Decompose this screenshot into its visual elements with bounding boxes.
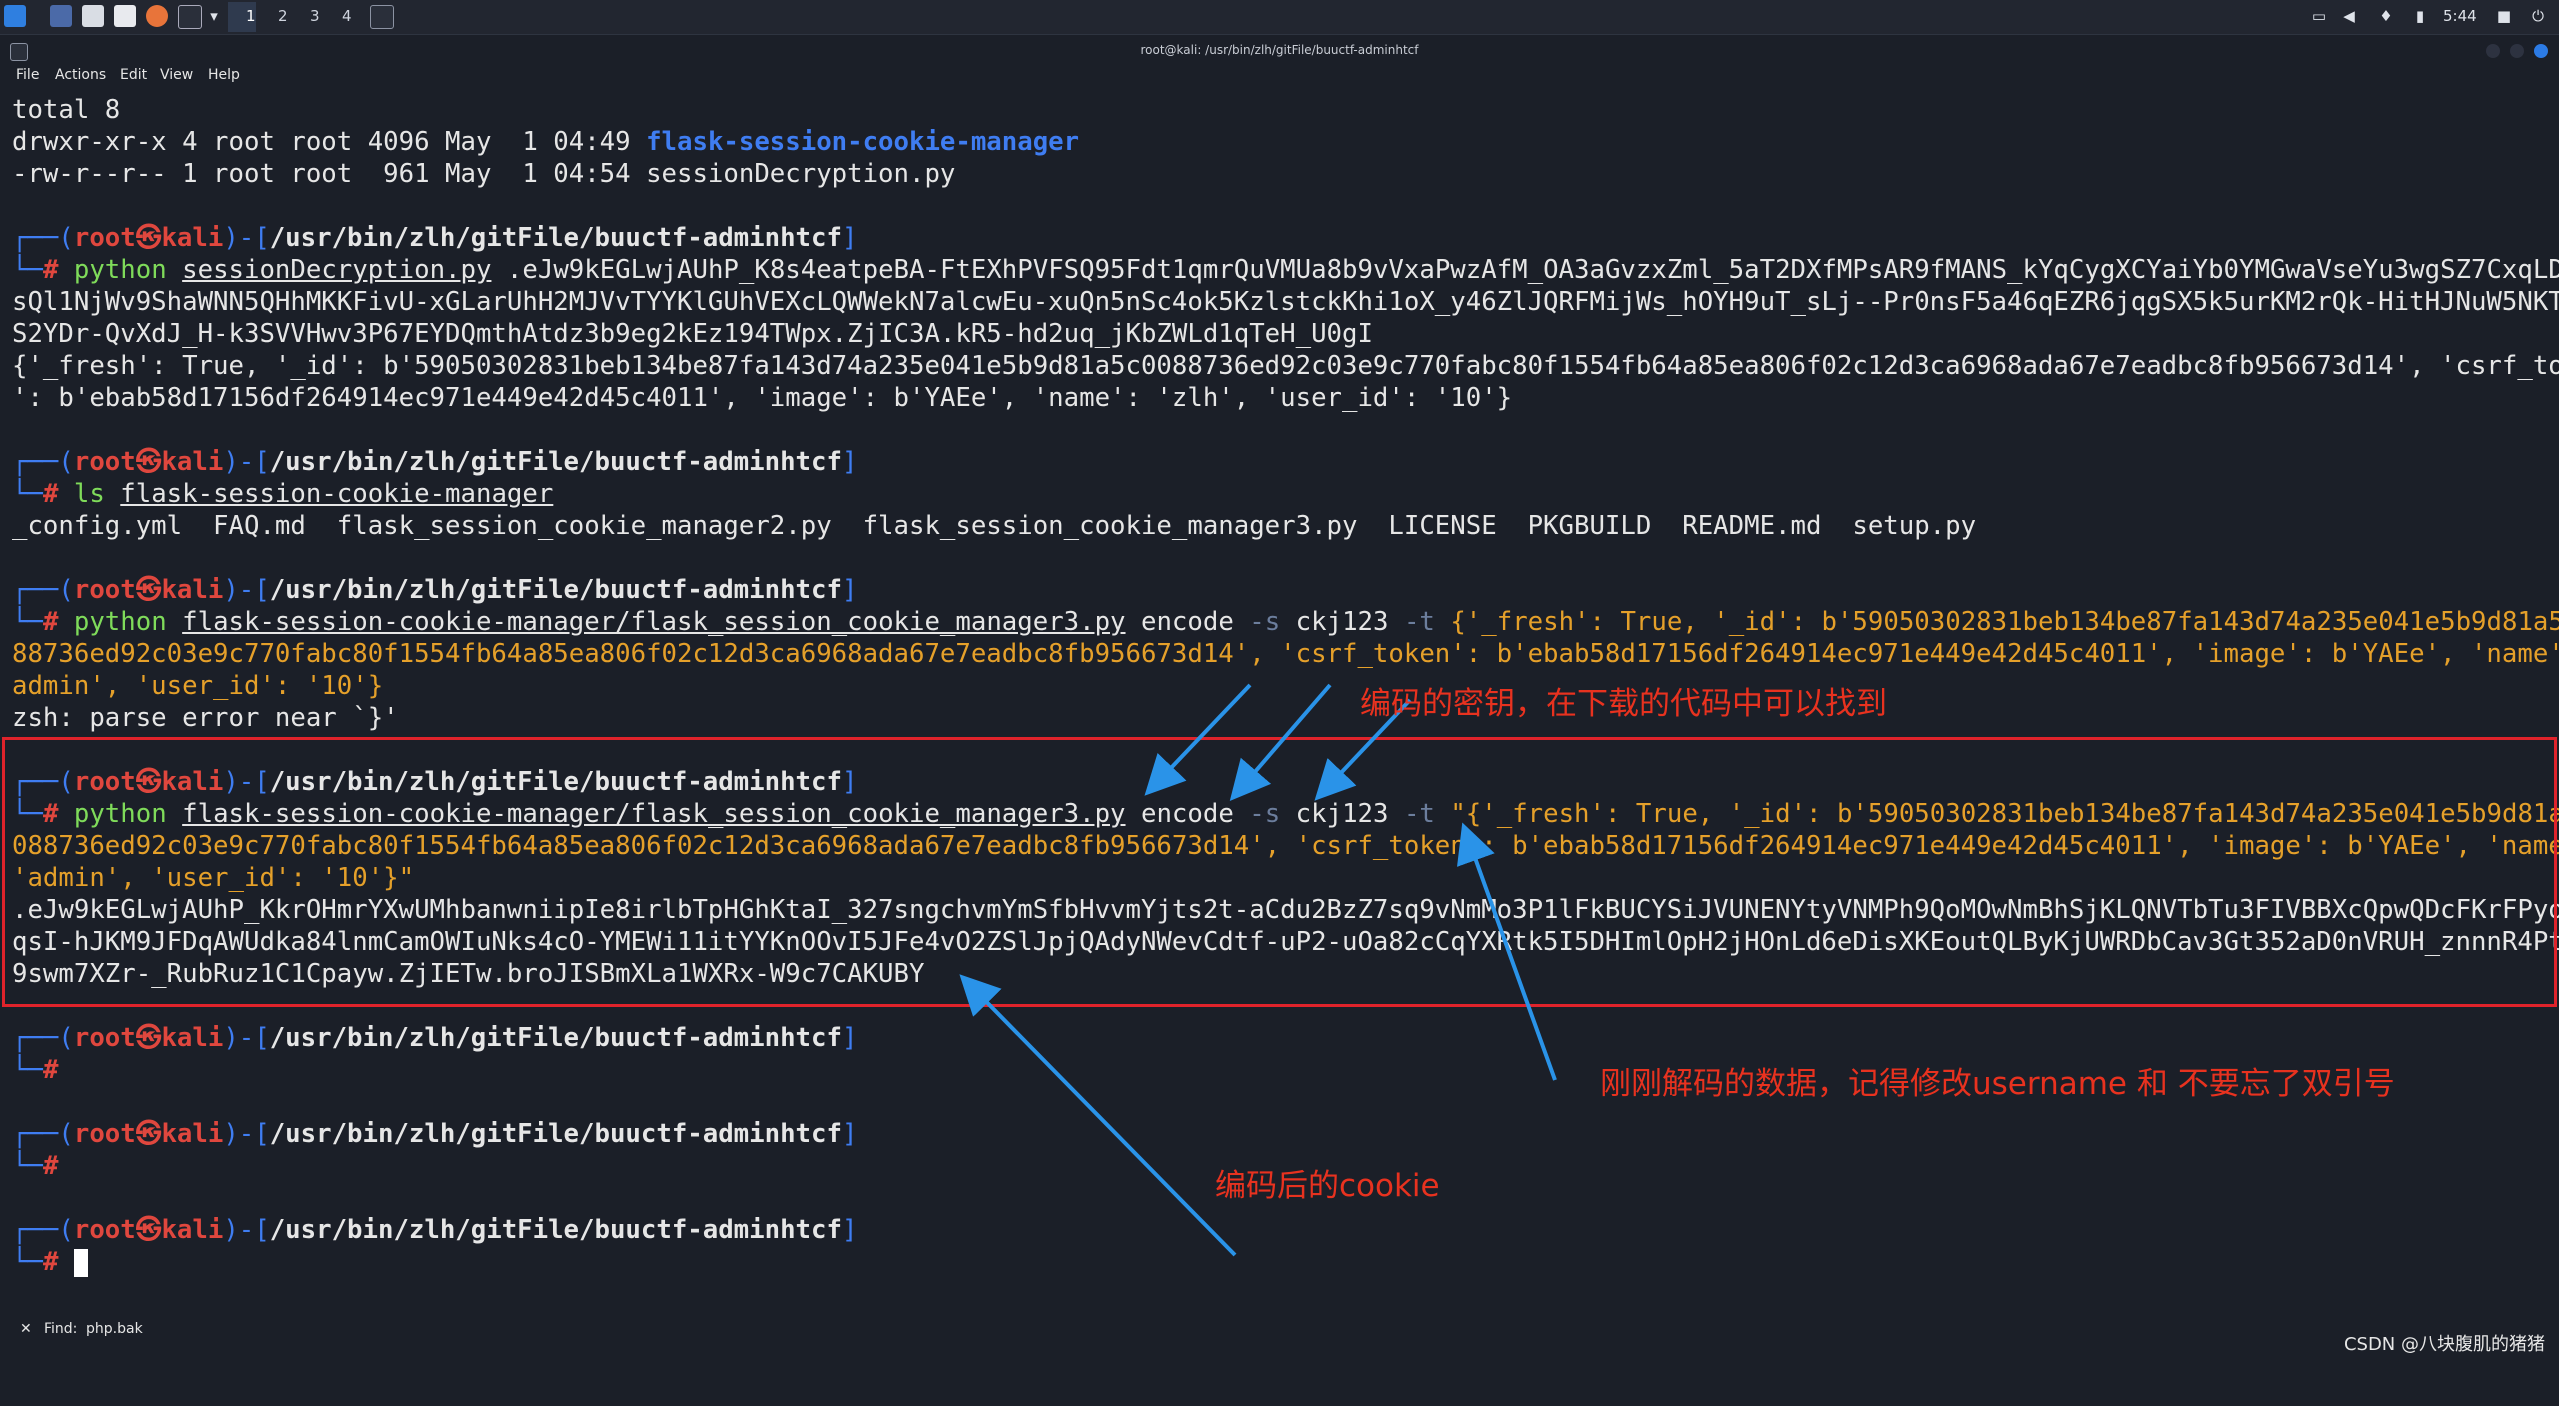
cookie-note: 编码后的cookie [1215,1168,1440,1204]
watermark: CSDN @八块腹肌的猪猪 [2343,1334,2545,1355]
annotation-arrows [959,683,1557,1257]
key-arrow [1229,683,1332,802]
data-note: 刚刚解码的数据，记得修改username 和 不要忘了双引号 [1600,1066,2395,1102]
find-input[interactable]: php.bak [86,1321,143,1337]
data-arrow [1457,822,1557,1081]
find-label: Find: [44,1321,78,1337]
find-bar: ✕ Find: php.bak [0,1318,2559,1342]
key-arrow [1144,683,1252,796]
key-note: 编码的密钥，在下载的代码中可以找到 [1360,686,1887,722]
close-icon[interactable]: ✕ [20,1321,32,1337]
cookie-arrow [959,974,1237,1257]
